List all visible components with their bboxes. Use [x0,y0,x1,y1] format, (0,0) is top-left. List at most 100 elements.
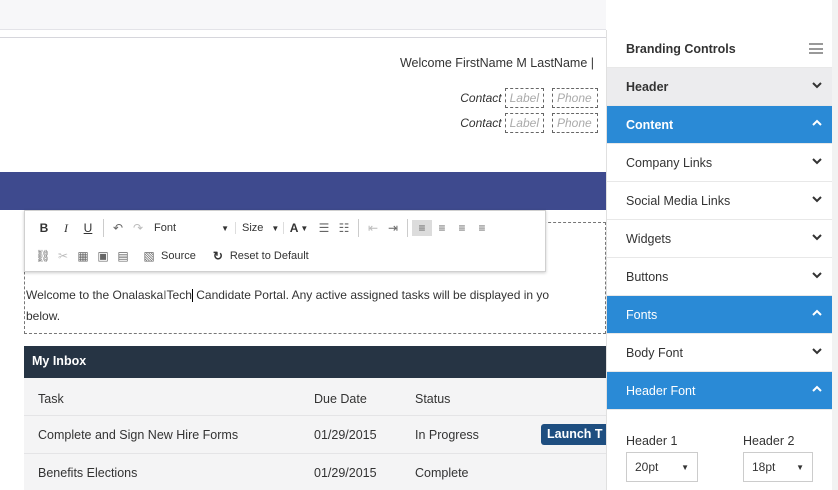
header1-label: Header 1 [626,434,678,448]
contact-phone-field[interactable]: Phone [552,88,598,108]
numbered-list-icon[interactable]: ☰ [314,220,334,236]
chevron-up-icon [812,119,822,126]
task-cell: Benefits Elections [38,465,138,480]
size-dropdown-label: Size [242,222,264,234]
text-color-icon[interactable]: A ▼ [284,220,314,236]
contact-label-field[interactable]: Label [504,88,544,108]
contact-row-2: Contact Label Phone [460,113,606,133]
align-left-icon[interactable]: ≡ [412,220,432,236]
hamburger-menu-icon[interactable] [809,43,823,54]
column-header-status[interactable]: Status [415,392,450,406]
header-band [0,172,606,210]
source-button[interactable]: Source [161,250,196,262]
indent-icon[interactable]: ⇥ [383,220,403,236]
contact-label-field[interactable]: Label [504,113,544,133]
chevron-up-icon [812,385,822,392]
chevron-down-icon [812,82,822,89]
bulleted-list-icon[interactable]: ☷ [334,220,354,236]
section-buttons[interactable]: Buttons [607,258,833,296]
section-header[interactable]: Header [607,68,833,106]
section-label: Body Font [626,345,683,360]
align-right-icon[interactable]: ≡ [452,220,472,236]
section-body-font[interactable]: Body Font [607,334,833,372]
section-label: Social Media Links [626,193,731,208]
due-date-cell: 01/29/2015 [314,465,377,480]
panel-scrollbar[interactable] [832,0,838,490]
section-social-media-links[interactable]: Social Media Links [607,182,833,220]
image-icon[interactable]: ▣ [93,248,113,264]
inbox-table: Task Due Date Status Complete and Sign N… [24,378,611,490]
editor-text-part: below. [26,309,61,323]
section-label: Fonts [626,307,658,322]
font-dropdown-label: Font [154,222,177,234]
undo-icon[interactable]: ↶ [108,220,128,236]
welcome-text: Welcome FirstName M LastName | [399,56,594,70]
caret-down-icon: ▼ [271,223,280,233]
chevron-down-icon [812,234,822,241]
reset-to-default-button[interactable]: Reset to Default [230,250,309,262]
contact-label: Contact [460,116,502,130]
section-label: Content [626,117,674,132]
header2-label: Header 2 [743,434,795,448]
column-header-task[interactable]: Task [38,392,64,406]
task-cell: Complete and Sign New Hire Forms [38,427,239,442]
section-label: Header Font [626,383,696,398]
link-icon[interactable]: ⛓ [33,248,53,264]
caret-down-icon: ▼ [221,223,229,233]
header2-size-value: 18pt [752,460,776,474]
section-label: Company Links [626,155,713,170]
rich-text-toolbar: B I U ↶ ↷ Font ▼ Size ▼ A ▼ ☰ ☷ ⇤ ⇥ ≡ ≡ ≡ ≡… [24,210,546,272]
section-content[interactable]: Content [607,106,833,144]
font-dropdown[interactable]: Font ▼ [148,222,236,234]
editor-text-part: Welcome to the Onalaska [26,288,164,302]
inbox-title: My Inbox [24,346,606,378]
redo-icon[interactable]: ↷ [128,220,148,236]
contact-phone-field[interactable]: Phone [552,113,598,133]
source-icon[interactable]: ▧ [139,248,159,264]
launch-task-button[interactable]: Launch T [541,424,611,445]
underline-button[interactable]: U [77,221,99,235]
caret-down-icon: ▼ [796,462,804,472]
reset-icon[interactable]: ↻ [208,248,228,264]
branding-controls-panel: Branding Controls Header Content Company… [606,30,833,490]
size-dropdown[interactable]: Size ▼ [236,222,284,234]
header-font-settings: Header 1 Header 2 20pt ▼ 18pt ▼ [607,414,833,490]
toolbar-divider [407,219,408,237]
contact-row-1: Contact Label Phone [460,88,606,108]
caret-down-icon: ▼ [681,462,689,472]
header1-size-value: 20pt [635,460,659,474]
table-row[interactable]: Complete and Sign New Hire Forms 01/29/2… [24,415,611,453]
table-icon[interactable]: ▦ [73,248,93,264]
section-widgets[interactable]: Widgets [607,220,833,258]
outdent-icon[interactable]: ⇤ [363,220,383,236]
align-center-icon[interactable]: ≡ [432,220,452,236]
section-label: Header [626,79,669,94]
section-label: Buttons [626,269,669,284]
chevron-up-icon [812,309,822,316]
italic-button[interactable]: I [55,221,77,236]
editor-content[interactable]: Welcome to the OnalaskaITech Candidate P… [26,285,606,327]
editor-text-part: Candidate Portal. Any active assigned ta… [192,288,550,302]
table-header-row: Task Due Date Status [24,380,606,418]
panel-title: Branding Controls [607,30,833,68]
column-header-due-date[interactable]: Due Date [314,392,367,406]
table-row[interactable]: Benefits Elections 01/29/2015 Complete [24,453,606,490]
panel-title-text: Branding Controls [626,41,736,56]
align-justify-icon[interactable]: ≡ [472,220,492,236]
section-header-font[interactable]: Header Font [607,372,833,410]
due-date-cell: 01/29/2015 [314,427,377,442]
chevron-down-icon [812,272,822,279]
contact-label: Contact [460,91,502,105]
toolbar-divider [103,219,104,237]
header1-size-select[interactable]: 20pt ▼ [626,452,698,482]
chevron-down-icon [812,158,822,165]
header2-size-select[interactable]: 18pt ▼ [743,452,813,482]
section-company-links[interactable]: Company Links [607,144,833,182]
toolbar-divider [358,219,359,237]
section-fonts[interactable]: Fonts [607,296,833,334]
bold-button[interactable]: B [33,221,55,235]
document-icon[interactable]: ▤ [113,248,133,264]
chevron-down-icon [812,196,822,203]
unlink-icon[interactable]: ✂ [53,248,73,264]
status-cell: Complete [415,465,469,480]
